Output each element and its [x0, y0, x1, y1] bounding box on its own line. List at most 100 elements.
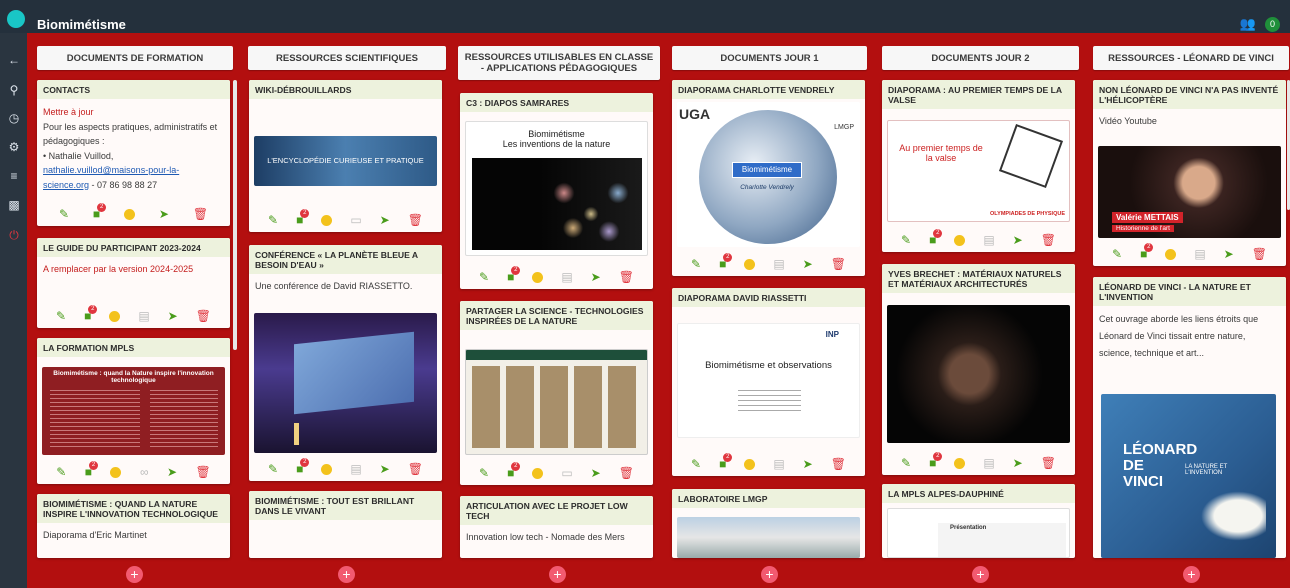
card-wiki-debrouillards[interactable]: WIKI-DÉBROUILLARDS L'ENCYCLOPÉDIE CURIEU…: [249, 80, 442, 232]
send-icon[interactable]: ➤: [803, 257, 813, 271]
card-helicoptere[interactable]: NON LÉONARD DE VINCI N'A PAS INVENTÉ L'H…: [1093, 80, 1286, 266]
comment-icon[interactable]: ■ 2: [719, 253, 733, 271]
riassetti-slide[interactable]: INP Biomimétisme et observations: [677, 323, 860, 438]
app-logo[interactable]: [7, 10, 25, 28]
add-card-button[interactable]: +: [549, 566, 566, 583]
back-arrow-icon[interactable]: ←: [7, 53, 21, 67]
samrares-slide[interactable]: Biomimétisme Les inventions de la nature: [465, 121, 648, 256]
card-yves-brechet[interactable]: YVES BRECHET : MATÉRIAUX NATURELS ET MAT…: [882, 264, 1075, 475]
send-icon[interactable]: ➤: [159, 207, 169, 221]
card-guide[interactable]: LE GUIDE DU PARTICIPANT 2023-2024 A remp…: [37, 238, 230, 328]
conference-thumbnail[interactable]: [254, 313, 437, 453]
comment-icon[interactable]: ■ 2: [84, 305, 98, 323]
video-icon[interactable]: ▤: [1194, 247, 1205, 261]
video-icon[interactable]: ▤: [350, 462, 361, 476]
edit-icon[interactable]: ✎: [56, 309, 66, 323]
add-card-button[interactable]: +: [1183, 566, 1200, 583]
edit-icon[interactable]: ✎: [56, 465, 66, 479]
send-icon[interactable]: ➤: [168, 309, 178, 323]
delete-icon[interactable]: 🗑: [831, 457, 846, 471]
card-biomimetisme-nature[interactable]: BIOMIMÉTISME : QUAND LA NATURE INSPIRE L…: [37, 494, 230, 558]
search-icon[interactable]: ⚲: [7, 83, 21, 97]
edit-icon[interactable]: ✎: [479, 466, 489, 480]
info-icon[interactable]: [954, 457, 966, 469]
card-laboratoire-lmgp[interactable]: LABORATOIRE LMGP: [672, 489, 865, 558]
document-icon[interactable]: ▤: [138, 309, 149, 323]
comment-icon[interactable]: ■ 2: [929, 229, 943, 247]
info-icon[interactable]: [110, 466, 122, 478]
document-icon[interactable]: ▤: [561, 270, 572, 284]
card-partager-science[interactable]: PARTAGER LA SCIENCE - TECHNOLOGIES INSPI…: [460, 301, 653, 485]
send-icon[interactable]: ➤: [1013, 233, 1023, 247]
delete-icon[interactable]: 🗑: [619, 466, 634, 480]
delete-icon[interactable]: 🗑: [408, 462, 423, 476]
edit-icon[interactable]: ✎: [268, 213, 278, 227]
delete-icon[interactable]: 🗑: [408, 213, 423, 227]
add-card-button[interactable]: +: [338, 566, 355, 583]
edit-icon[interactable]: ✎: [691, 457, 701, 471]
column-title[interactable]: DOCUMENTS JOUR 1: [672, 46, 867, 70]
wiki-thumbnail[interactable]: L'ENCYCLOPÉDIE CURIEUSE ET PRATIQUE: [254, 136, 437, 186]
send-icon[interactable]: ➤: [803, 457, 813, 471]
document-icon[interactable]: ▤: [773, 457, 784, 471]
users-icon[interactable]: 👥: [1240, 16, 1256, 32]
info-icon[interactable]: [744, 458, 756, 470]
card-formation-mpls[interactable]: LA FORMATION MPLS Biomimétisme : quand l…: [37, 338, 230, 484]
formation-thumbnail[interactable]: Biomimétisme : quand la Nature inspire l…: [42, 367, 225, 455]
column-title[interactable]: DOCUMENTS JOUR 2: [882, 46, 1079, 70]
comment-icon[interactable]: ■ 2: [93, 203, 107, 221]
edit-icon[interactable]: ✎: [1112, 247, 1122, 261]
book-cover[interactable]: LÉONARD DE VINCI LA NATURE ET L'INVENTIO…: [1101, 394, 1276, 558]
send-icon[interactable]: ➤: [380, 462, 390, 476]
add-card-button[interactable]: +: [126, 566, 143, 583]
info-icon[interactable]: [1165, 248, 1177, 260]
comment-icon[interactable]: ■ 2: [507, 266, 521, 284]
add-card-button[interactable]: +: [972, 566, 989, 583]
edit-icon[interactable]: ✎: [268, 462, 278, 476]
document-icon[interactable]: ▤: [773, 257, 784, 271]
column-title[interactable]: DOCUMENTS DE FORMATION: [37, 46, 233, 70]
lmgp-photo[interactable]: [677, 517, 860, 558]
edit-icon[interactable]: ✎: [479, 270, 489, 284]
video-icon[interactable]: ▤: [983, 456, 994, 470]
info-icon[interactable]: [954, 234, 966, 246]
edit-icon[interactable]: ✎: [901, 233, 911, 247]
link-icon[interactable]: ∞: [140, 465, 149, 479]
delete-icon[interactable]: 🗑: [619, 270, 634, 284]
export-icon[interactable]: ▩: [7, 198, 21, 212]
helicoptere-video[interactable]: Valérie METTAIS Historienne de l'art: [1098, 146, 1281, 238]
info-icon[interactable]: [321, 463, 333, 475]
send-icon[interactable]: ➤: [591, 466, 601, 480]
gear-icon[interactable]: ⚙: [7, 140, 21, 154]
clock-icon[interactable]: ◷: [7, 111, 21, 125]
edit-icon[interactable]: ✎: [691, 257, 701, 271]
power-icon[interactable]: ⏻: [7, 228, 21, 242]
send-icon[interactable]: ➤: [380, 213, 390, 227]
filter-icon[interactable]: ≡: [7, 169, 21, 183]
comment-icon[interactable]: ■ 2: [1140, 243, 1154, 261]
brechet-video[interactable]: [887, 305, 1070, 443]
info-icon[interactable]: [109, 310, 121, 322]
column-title[interactable]: RESSOURCES - LÉONARD DE VINCI: [1093, 46, 1289, 70]
column-title[interactable]: RESSOURCES SCIENTIFIQUES: [248, 46, 446, 70]
card-planete-bleue[interactable]: CONFÉRENCE « LA PLANÈTE BLEUE A BESOIN D…: [249, 245, 442, 481]
valse-slide[interactable]: Au premier temps de la valse OLYMPIADES …: [887, 120, 1070, 222]
info-icon[interactable]: [321, 214, 333, 226]
delete-icon[interactable]: 🗑: [196, 309, 211, 323]
comment-icon[interactable]: ■ 2: [719, 453, 733, 471]
card-leonard-nature-invention[interactable]: LÉONARD DE VINCI - LA NATURE ET L'INVENT…: [1093, 277, 1286, 558]
edit-icon[interactable]: ✎: [59, 207, 69, 221]
card-low-tech[interactable]: ARTICULATION AVEC LE PROJET LOW TECH Inn…: [460, 496, 653, 558]
edit-icon[interactable]: ✎: [901, 456, 911, 470]
card-tout-est-brillant[interactable]: BIOMIMÉTISME : TOUT EST BRILLANT DANS LE…: [249, 491, 442, 558]
delete-icon[interactable]: 🗑: [1252, 247, 1267, 261]
card-contacts[interactable]: CONTACTS Mettre à jour Pour les aspects …: [37, 80, 230, 226]
card-david-riassetti[interactable]: DIAPORAMA DAVID RIASSETTI INP Biomimétis…: [672, 288, 865, 476]
column-title[interactable]: RESSOURCES UTILISABLES EN CLASSE - APPLI…: [458, 46, 660, 80]
charlotte-slide[interactable]: UGA LMGP Biomimétisme Charlotte Vendrely: [677, 102, 860, 247]
comment-icon[interactable]: ■ 2: [929, 452, 943, 470]
media-icon[interactable]: ▭: [350, 213, 361, 227]
media-icon[interactable]: ▭: [561, 466, 572, 480]
info-icon[interactable]: [532, 271, 544, 283]
add-card-button[interactable]: +: [761, 566, 778, 583]
